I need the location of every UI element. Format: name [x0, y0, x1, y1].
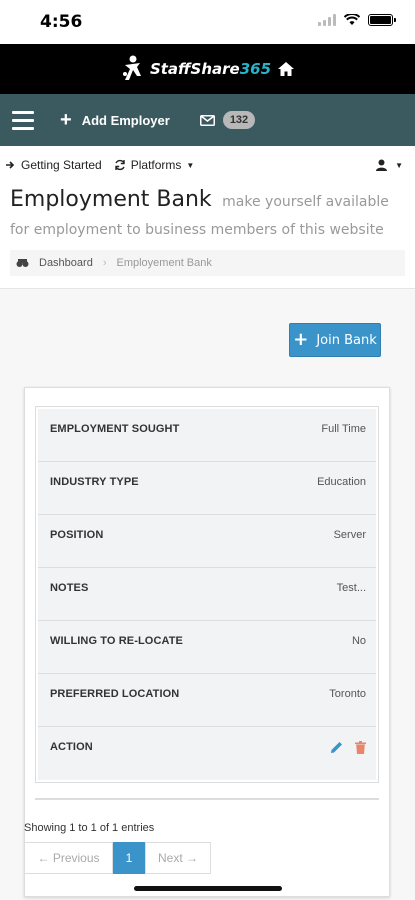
- sub-navbar: Getting Started Platforms ▼ ▼: [0, 146, 415, 184]
- row-value: No: [351, 635, 366, 647]
- row-value: Server: [333, 529, 366, 541]
- table-row: ACTION: [38, 727, 376, 780]
- row-label: PREFERRED LOCATION: [50, 688, 180, 700]
- user-icon: [376, 159, 388, 171]
- sign-in-icon: [6, 161, 15, 169]
- trash-icon[interactable]: [355, 741, 366, 754]
- getting-started-label: Getting Started: [21, 158, 102, 172]
- plus-icon: +: [60, 109, 72, 131]
- caret-down-icon: ▼: [395, 160, 403, 170]
- refresh-icon: [115, 159, 125, 171]
- brand-logo[interactable]: StaffShare365: [120, 54, 271, 84]
- table-row: WILLING TO RE-LOCATE No: [38, 621, 376, 674]
- previous-page-button[interactable]: ← Previous: [24, 842, 113, 874]
- details-table: EMPLOYMENT SOUGHT Full Time INDUSTRY TYP…: [35, 406, 379, 783]
- platforms-label: Platforms: [130, 158, 182, 172]
- table-row: NOTES Test...: [38, 568, 376, 621]
- row-label: NOTES: [50, 582, 89, 594]
- status-bar: 4:56: [0, 0, 415, 44]
- breadcrumb-current: Employement Bank: [116, 257, 212, 269]
- page-header: Employment Bank make yourself available …: [0, 184, 415, 276]
- page-title: Employment Bank: [10, 187, 212, 212]
- row-label: WILLING TO RE-LOCATE: [50, 635, 183, 647]
- row-label: POSITION: [50, 529, 104, 541]
- status-icons: [318, 14, 396, 26]
- employment-details-card: EMPLOYMENT SOUGHT Full Time INDUSTRY TYP…: [24, 387, 390, 897]
- message-count-badge: 132: [222, 111, 256, 129]
- page-1-button[interactable]: 1: [113, 842, 145, 874]
- table-row: PREFERRED LOCATION Toronto: [38, 674, 376, 727]
- envelope-icon: [199, 114, 215, 126]
- user-menu[interactable]: ▼: [376, 159, 403, 171]
- dashboard-icon: [16, 259, 29, 267]
- menu-icon[interactable]: [12, 110, 34, 130]
- breadcrumb-dashboard-link[interactable]: Dashboard: [39, 257, 93, 269]
- brand-name: StaffShare365: [150, 60, 271, 78]
- caret-down-icon: ▼: [186, 160, 195, 170]
- row-label: ACTION: [50, 741, 93, 753]
- breadcrumb-separator: ›: [102, 257, 107, 269]
- getting-started-link[interactable]: Getting Started: [6, 158, 102, 172]
- status-time: 4:56: [40, 12, 83, 32]
- messages-button[interactable]: 132: [199, 111, 256, 129]
- row-label: INDUSTRY TYPE: [50, 476, 139, 488]
- row-value: Education: [317, 476, 366, 488]
- entries-info: Showing 1 to 1 of 1 entries: [24, 822, 155, 834]
- add-employer-button[interactable]: + Add Employer: [60, 110, 170, 130]
- battery-icon: [368, 14, 396, 26]
- table-bottom-border: [35, 798, 379, 800]
- wifi-icon: [344, 14, 360, 25]
- pagination: ← Previous 1 Next →: [24, 842, 211, 874]
- row-label: EMPLOYMENT SOUGHT: [50, 423, 180, 435]
- row-actions: [330, 741, 366, 754]
- platforms-dropdown[interactable]: Platforms ▼: [114, 158, 195, 172]
- home-indicator: [134, 886, 282, 891]
- logo-mark-icon: [122, 55, 141, 80]
- join-bank-label: Join Bank: [316, 332, 377, 348]
- signal-icon: [318, 14, 336, 26]
- table-row: EMPLOYMENT SOUGHT Full Time: [38, 409, 376, 462]
- row-value: Full Time: [321, 423, 366, 435]
- home-icon[interactable]: [277, 61, 295, 77]
- main-content: + Join Bank EMPLOYMENT SOUGHT Full Time …: [0, 289, 415, 900]
- top-navbar: + Add Employer 132: [0, 94, 415, 146]
- table-row: INDUSTRY TYPE Education: [38, 462, 376, 515]
- brand-bar: StaffShare365: [0, 44, 415, 94]
- brand-name-part2: 365: [239, 60, 272, 78]
- table-row: POSITION Server: [38, 515, 376, 568]
- join-bank-button[interactable]: + Join Bank: [289, 323, 381, 357]
- add-employer-label: Add Employer: [81, 112, 170, 128]
- row-value: Toronto: [329, 688, 366, 700]
- plus-icon: +: [293, 329, 309, 350]
- edit-icon[interactable]: [330, 741, 343, 754]
- next-page-button[interactable]: Next →: [145, 842, 211, 874]
- row-value: Test...: [336, 582, 366, 594]
- brand-name-part1: StaffShare: [149, 60, 240, 78]
- breadcrumb: Dashboard › Employement Bank: [10, 250, 405, 276]
